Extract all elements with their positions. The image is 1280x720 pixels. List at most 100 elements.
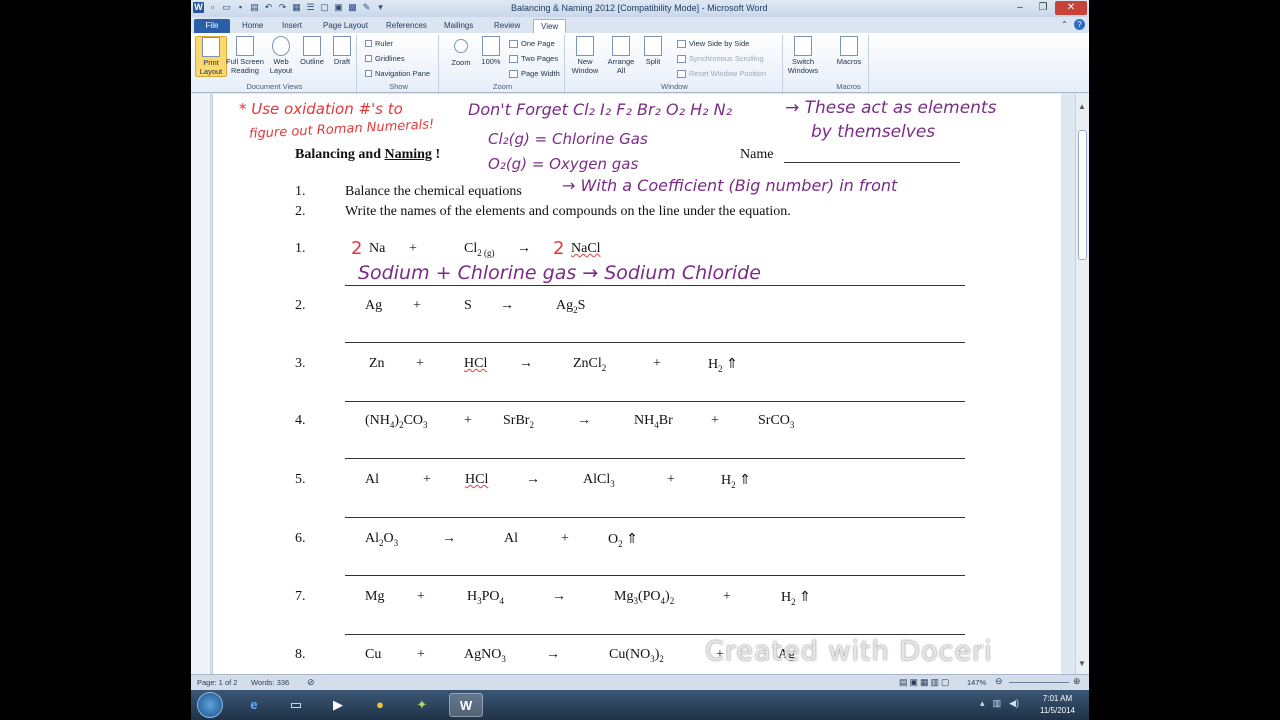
tab-page-layout[interactable]: Page Layout bbox=[316, 19, 375, 33]
eq8-arrow: → bbox=[546, 647, 560, 662]
eq1-num: 1. bbox=[295, 241, 306, 256]
zoom-slider[interactable] bbox=[1009, 682, 1069, 683]
format-icon[interactable]: ▣ bbox=[333, 2, 344, 13]
document-page[interactable]: * Use oxidation #'s to figure out Roman … bbox=[212, 94, 1061, 674]
document-title-text: Balancing and Naming ! bbox=[295, 147, 441, 162]
outline-button[interactable]: Outline bbox=[296, 36, 328, 66]
view-shortcuts-icon[interactable]: ▤▣▦▥▢ bbox=[899, 677, 952, 688]
reset-window-icon bbox=[677, 69, 686, 78]
web-layout-button[interactable]: Web Layout bbox=[265, 36, 297, 75]
page-width-button[interactable]: Page Width bbox=[509, 69, 560, 78]
minimize-button[interactable]: – bbox=[1009, 1, 1031, 15]
scroll-thumb[interactable] bbox=[1078, 130, 1087, 260]
network-icon[interactable]: ▥ bbox=[993, 698, 1002, 709]
navigation-pane-checkbox[interactable]: Navigation Pane bbox=[365, 69, 430, 78]
new-document-icon[interactable]: ▫ bbox=[207, 2, 218, 13]
vertical-scrollbar[interactable]: ▲ ▼ bbox=[1075, 94, 1089, 674]
annotation-coefficient: → With a Coefficient (Big number) in fro… bbox=[562, 176, 898, 195]
group-label-window: Window bbox=[661, 82, 688, 91]
full-screen-reading-button[interactable]: Full Screen Reading bbox=[226, 36, 264, 75]
clock[interactable]: 7:01 AM 11/5/2014 bbox=[1040, 693, 1075, 717]
tray-arrow-icon[interactable]: ▴ bbox=[980, 698, 985, 709]
zoom-100-button[interactable]: 100% bbox=[475, 36, 507, 66]
status-zoom[interactable]: 147% bbox=[967, 678, 986, 687]
zoom-in-icon[interactable]: ⊕ bbox=[1073, 676, 1081, 687]
new-window-button[interactable]: New Window bbox=[569, 36, 601, 75]
chrome-icon[interactable]: ● bbox=[363, 693, 397, 717]
two-pages-button[interactable]: Two Pages bbox=[509, 54, 558, 63]
eq2-num: 2. bbox=[295, 298, 306, 313]
eq6-answer-line bbox=[345, 575, 965, 576]
open-icon[interactable]: ▭ bbox=[221, 2, 232, 13]
scroll-down-icon[interactable]: ▼ bbox=[1078, 659, 1086, 668]
split-button[interactable]: Split bbox=[637, 36, 669, 66]
eq1-coef2: 2 bbox=[553, 238, 565, 259]
two-pages-icon bbox=[509, 54, 518, 63]
volume-icon[interactable]: ◀) bbox=[1009, 698, 1019, 709]
eq5-num: 5. bbox=[295, 472, 306, 487]
internet-explorer-icon[interactable]: e bbox=[237, 693, 271, 717]
screen: W ▫ ▭ ▪ ▤ ↶ ↷ ▦ ☰ ▢ ▣ ▩ ✎ ▾ Balancing & … bbox=[0, 0, 1280, 720]
help-icon[interactable]: ? bbox=[1074, 19, 1085, 30]
redo-icon[interactable]: ↷ bbox=[277, 2, 288, 13]
proofing-icon[interactable]: ⊘ bbox=[307, 677, 315, 688]
media-player-icon[interactable]: ▶ bbox=[321, 693, 355, 717]
ribbon: Print Layout Full Screen Reading Web Lay… bbox=[191, 33, 1089, 93]
arrange-all-button[interactable]: Arrange All bbox=[605, 36, 637, 75]
tab-home[interactable]: Home bbox=[235, 19, 270, 33]
window-controls: – ❐ ✕ bbox=[1009, 1, 1087, 15]
tab-file[interactable]: File bbox=[194, 19, 230, 33]
one-page-icon bbox=[509, 39, 518, 48]
print-layout-button[interactable]: Print Layout bbox=[195, 36, 227, 77]
macros-button[interactable]: Macros bbox=[833, 36, 865, 66]
border-icon[interactable]: ▢ bbox=[319, 2, 330, 13]
zoom-button[interactable]: Zoom bbox=[445, 36, 477, 67]
tab-mailings[interactable]: Mailings bbox=[437, 19, 480, 33]
undo-icon[interactable]: ↶ bbox=[263, 2, 274, 13]
annotation-these-act-1: → These act as elements bbox=[785, 98, 997, 118]
status-words[interactable]: Words: 336 bbox=[251, 678, 289, 687]
scroll-up-icon[interactable]: ▲ bbox=[1078, 102, 1086, 111]
word-logo-icon[interactable]: W bbox=[193, 2, 204, 13]
insert-picture-icon[interactable]: ▩ bbox=[347, 2, 358, 13]
tab-review[interactable]: Review bbox=[487, 19, 527, 33]
draft-button[interactable]: Draft bbox=[326, 36, 358, 66]
eq4-answer-line bbox=[345, 458, 965, 459]
app-icon[interactable]: ✦ bbox=[405, 693, 439, 717]
eq3-c: ZnCl2 bbox=[573, 356, 607, 373]
tab-insert[interactable]: Insert bbox=[275, 19, 309, 33]
eq3-plus2: + bbox=[653, 356, 661, 371]
eq3-num: 3. bbox=[295, 356, 306, 371]
switch-windows-button[interactable]: Switch Windows bbox=[785, 36, 821, 75]
status-bar: Page: 1 of 2 Words: 336 ⊘ ▤▣▦▥▢ 147% ⊖ ⊕ bbox=[191, 674, 1089, 690]
zoom-out-icon[interactable]: ⊖ bbox=[995, 676, 1003, 687]
minimize-ribbon-icon[interactable]: ⌃ bbox=[1059, 19, 1070, 30]
view-side-by-side-button[interactable]: View Side by Side bbox=[677, 39, 749, 48]
tab-view[interactable]: View bbox=[533, 19, 567, 33]
status-page[interactable]: Page: 1 of 2 bbox=[197, 678, 237, 687]
macros-icon bbox=[840, 36, 858, 56]
eq3-d: H2 ⇑ bbox=[708, 357, 738, 374]
gridlines-checkbox[interactable]: Gridlines bbox=[365, 54, 405, 63]
ruler-checkbox[interactable]: Ruler bbox=[365, 39, 393, 48]
one-page-button[interactable]: One Page bbox=[509, 39, 555, 48]
close-button[interactable]: ✕ bbox=[1055, 1, 1087, 15]
eq7-arrow: → bbox=[552, 589, 566, 604]
table-icon[interactable]: ▦ bbox=[291, 2, 302, 13]
print-icon[interactable]: ▤ bbox=[249, 2, 260, 13]
start-button[interactable] bbox=[197, 692, 223, 718]
more-commands-icon[interactable]: ▾ bbox=[375, 2, 386, 13]
bullets-icon[interactable]: ☰ bbox=[305, 2, 316, 13]
pen-icon[interactable]: ✎ bbox=[361, 2, 372, 13]
word-taskbar-icon[interactable]: W bbox=[449, 693, 483, 717]
eq1-plus: + bbox=[409, 241, 417, 256]
save-icon[interactable]: ▪ bbox=[235, 2, 246, 13]
eq3-b: HCl bbox=[464, 356, 488, 371]
annotation-dont-forget: Don't Forget Cl₂ I₂ F₂ Br₂ O₂ H₂ N₂ bbox=[468, 100, 733, 119]
synchronous-scrolling-button[interactable]: Synchronous Scrolling bbox=[677, 54, 764, 63]
eq2-a: Ag bbox=[365, 298, 383, 313]
reset-window-position-button[interactable]: Reset Window Position bbox=[677, 69, 766, 78]
file-explorer-icon[interactable]: ▭ bbox=[279, 693, 313, 717]
maximize-button[interactable]: ❐ bbox=[1032, 1, 1054, 15]
tab-references[interactable]: References bbox=[379, 19, 434, 33]
